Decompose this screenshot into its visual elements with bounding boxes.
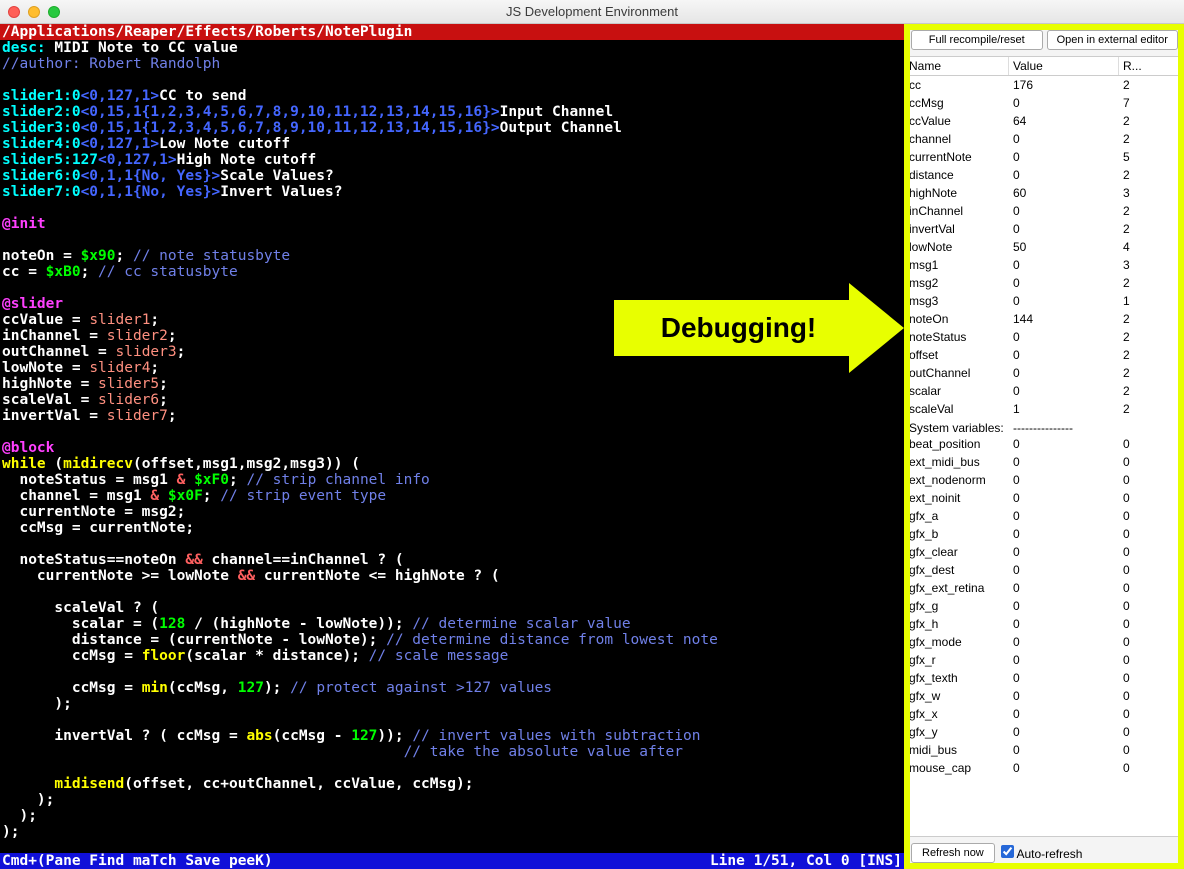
var-row[interactable]: msg103	[905, 256, 1184, 274]
var-row[interactable]: noteStatus02	[905, 328, 1184, 346]
sysvars-header: System variables:---------------	[905, 418, 1184, 435]
auto-refresh-checkbox[interactable]	[1001, 845, 1014, 858]
debug-panel: Full recompile/reset Open in external ed…	[904, 24, 1184, 869]
refresh-button[interactable]: Refresh now	[911, 843, 995, 863]
var-row[interactable]: gfx_h00	[905, 615, 1184, 633]
var-row[interactable]: ext_nodenorm00	[905, 471, 1184, 489]
var-row[interactable]: highNote603	[905, 184, 1184, 202]
var-row[interactable]: gfx_r00	[905, 651, 1184, 669]
var-row[interactable]: ccValue642	[905, 112, 1184, 130]
var-row[interactable]: beat_position00	[905, 435, 1184, 453]
var-row[interactable]: mouse_cap00	[905, 759, 1184, 777]
var-row[interactable]: scaleVal12	[905, 400, 1184, 418]
open-external-button[interactable]: Open in external editor	[1047, 30, 1179, 50]
titlebar: JS Development Environment	[0, 0, 1184, 24]
col-value-header[interactable]: Value	[1009, 57, 1119, 75]
var-row[interactable]: gfx_clear00	[905, 543, 1184, 561]
recompile-button[interactable]: Full recompile/reset	[911, 30, 1043, 50]
status-left: Cmd+(Pane Find maTch Save peeK)	[2, 853, 273, 869]
var-row[interactable]: inChannel02	[905, 202, 1184, 220]
status-right: Line 1/51, Col 0 [INS]	[710, 853, 902, 869]
var-row[interactable]: outChannel02	[905, 364, 1184, 382]
var-table-body[interactable]: cc1762ccMsg07ccValue642channel02currentN…	[905, 76, 1184, 836]
var-row[interactable]: distance02	[905, 166, 1184, 184]
col-name-header[interactable]: Name	[905, 57, 1009, 75]
var-row[interactable]: ext_noinit00	[905, 489, 1184, 507]
code-area[interactable]: desc: MIDI Note to CC value //author: Ro…	[0, 40, 904, 853]
var-row[interactable]: noteOn1442	[905, 310, 1184, 328]
var-row[interactable]: ccMsg07	[905, 94, 1184, 112]
var-row[interactable]: channel02	[905, 130, 1184, 148]
var-row[interactable]: gfx_a00	[905, 507, 1184, 525]
var-row[interactable]: offset02	[905, 346, 1184, 364]
var-row[interactable]: ext_midi_bus00	[905, 453, 1184, 471]
var-table-header: Name Value R...	[905, 56, 1184, 76]
var-row[interactable]: gfx_x00	[905, 705, 1184, 723]
window-title: JS Development Environment	[0, 4, 1184, 19]
var-row[interactable]: lowNote504	[905, 238, 1184, 256]
var-row[interactable]: gfx_w00	[905, 687, 1184, 705]
var-row[interactable]: cc1762	[905, 76, 1184, 94]
auto-refresh-label[interactable]: Auto-refresh	[1001, 845, 1083, 861]
var-row[interactable]: gfx_mode00	[905, 633, 1184, 651]
var-row[interactable]: gfx_texth00	[905, 669, 1184, 687]
var-row[interactable]: gfx_b00	[905, 525, 1184, 543]
file-path: /Applications/Reaper/Effects/Roberts/Not…	[0, 24, 904, 40]
var-row[interactable]: gfx_ext_retina00	[905, 579, 1184, 597]
var-row[interactable]: midi_bus00	[905, 741, 1184, 759]
var-row[interactable]: scalar02	[905, 382, 1184, 400]
var-row[interactable]: gfx_dest00	[905, 561, 1184, 579]
var-row[interactable]: msg301	[905, 292, 1184, 310]
var-row[interactable]: currentNote05	[905, 148, 1184, 166]
status-bar: Cmd+(Pane Find maTch Save peeK) Line 1/5…	[0, 853, 904, 869]
var-row[interactable]: gfx_g00	[905, 597, 1184, 615]
var-row[interactable]: gfx_y00	[905, 723, 1184, 741]
var-row[interactable]: msg202	[905, 274, 1184, 292]
col-r-header[interactable]: R...	[1119, 57, 1184, 75]
var-row[interactable]: invertVal02	[905, 220, 1184, 238]
code-editor[interactable]: /Applications/Reaper/Effects/Roberts/Not…	[0, 24, 904, 869]
